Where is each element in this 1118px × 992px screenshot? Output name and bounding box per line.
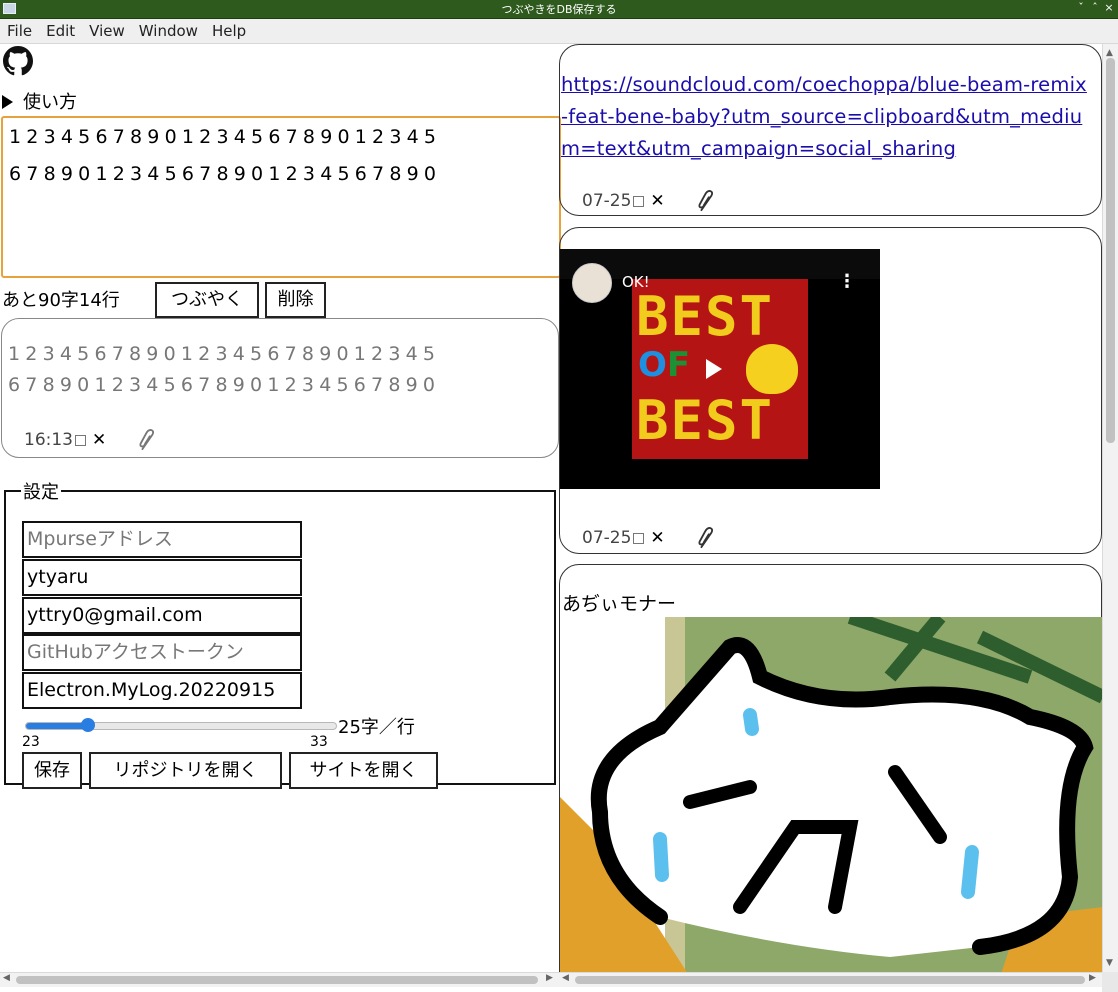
menu-view[interactable]: View (82, 19, 132, 41)
chars-per-line-label: 25字／行 (338, 717, 415, 738)
paperclip-icon[interactable] (136, 427, 158, 453)
more-options-icon[interactable]: ⋮ (838, 271, 856, 292)
post-checkbox[interactable] (633, 532, 645, 544)
preview-text: 1234567890123456789012345 67890123456789… (8, 343, 441, 396)
right-horizontal-scroll-thumb[interactable] (575, 976, 1085, 984)
slider-fill (26, 723, 88, 729)
scroll-up-arrow-icon[interactable]: ▲ (1106, 48, 1113, 58)
disclosure-triangle-icon (2, 95, 13, 109)
delete-icon[interactable]: ✕ (650, 528, 664, 548)
post-card: あぢぃモナー (559, 564, 1102, 972)
delete-icon[interactable]: ✕ (92, 430, 106, 450)
chars-per-line-slider[interactable] (25, 718, 337, 732)
preview-checkbox[interactable] (75, 434, 86, 446)
channel-avatar[interactable] (572, 263, 612, 303)
slider-min-label: 23 (22, 734, 40, 750)
menu-edit[interactable]: Edit (39, 19, 82, 41)
slider-thumb[interactable] (81, 718, 95, 732)
preview-meta: 16:13 ✕ (24, 427, 158, 453)
email-input[interactable]: yttry0@gmail.com (22, 597, 302, 634)
thumbnail-text-top: BEST (636, 285, 775, 348)
open-repository-button[interactable]: リポジトリを開く (89, 752, 282, 789)
video-title[interactable]: OK! (622, 273, 650, 291)
howto-toggle[interactable]: 使い方 (2, 88, 77, 114)
repository-input[interactable]: Electron.MyLog.20220915 (22, 672, 302, 709)
post-link[interactable]: https://soundcloud.com/coechoppa/blue-be… (561, 69, 1093, 165)
close-window-button[interactable]: × (1102, 1, 1116, 14)
scroll-right-arrow-icon[interactable]: ▶ (1089, 973, 1096, 983)
tweet-button[interactable]: つぶやく (155, 282, 259, 318)
post-date: 07-25 (582, 528, 632, 548)
preview-card: 1234567890123456789012345 67890123456789… (1, 318, 559, 458)
menu-window[interactable]: Window (132, 19, 205, 41)
youtube-embed[interactable]: BEST OF BEST OK! ⋮ (560, 249, 880, 489)
post-checkbox[interactable] (633, 195, 645, 207)
post-card: BEST OF BEST OK! ⋮ 07-25 ✕ (559, 227, 1102, 554)
preview-time: 16:13 (24, 430, 73, 450)
menu-file[interactable]: File (0, 19, 39, 41)
left-horizontal-scroll-thumb[interactable] (16, 976, 538, 984)
title-bar: つぶやきをDB保存する ˇ ˆ × (0, 0, 1118, 19)
paperclip-icon[interactable] (695, 188, 717, 214)
tweet-textarea[interactable]: 1234567890123456789012345 67890123456789… (1, 116, 561, 278)
settings-group: 設定 Mpurseアドレス ytyaru yttry0@gmail.com Gi… (4, 478, 556, 789)
timeline-pane: https://soundcloud.com/coechoppa/blue-be… (559, 44, 1102, 972)
vertical-scrollbar[interactable]: ▲ ▼ (1102, 44, 1118, 972)
scroll-left-arrow-icon[interactable]: ◀ (3, 973, 10, 983)
username-input[interactable]: ytyaru (22, 559, 302, 596)
post-date: 07-25 (582, 191, 632, 211)
scroll-down-arrow-icon[interactable]: ▼ (1106, 958, 1113, 968)
menu-help[interactable]: Help (205, 19, 253, 41)
github-icon[interactable] (3, 46, 33, 76)
delete-icon[interactable]: ✕ (650, 191, 664, 211)
remaining-counter: あと90字14行 (2, 290, 120, 311)
play-icon[interactable] (706, 359, 722, 379)
scroll-left-arrow-icon[interactable]: ◀ (562, 973, 569, 983)
post-caption: あぢぃモナー (562, 593, 677, 615)
post-card: https://soundcloud.com/coechoppa/blue-be… (559, 44, 1102, 216)
thumbnail-text-f: F (666, 345, 691, 385)
thumbnail-text-o: O (638, 345, 667, 385)
right-horizontal-scrollbar[interactable]: ◀ ▶ (559, 972, 1102, 987)
delete-button[interactable]: 削除 (265, 282, 326, 318)
pikachu-image (746, 344, 798, 394)
menu-bar: File Edit View Window Help (0, 19, 1118, 44)
slider-max-label: 33 (310, 734, 328, 750)
minimize-button[interactable]: ˇ (1074, 1, 1088, 14)
github-token-input[interactable]: GitHubアクセストークン (22, 634, 302, 671)
mpurse-address-input[interactable]: Mpurseアドレス (22, 521, 302, 558)
left-horizontal-scrollbar[interactable]: ◀ ▶ (0, 972, 559, 987)
thumbnail-text-bottom: BEST (636, 389, 775, 452)
scroll-corner (1102, 972, 1118, 992)
thumbnail-text-mid: OF (638, 345, 690, 385)
save-button[interactable]: 保存 (22, 752, 82, 789)
post-meta: 07-25 ✕ (582, 188, 717, 214)
vertical-scroll-thumb[interactable] (1106, 58, 1115, 443)
settings-legend: 設定 (23, 482, 59, 503)
monar-drawing (560, 617, 1102, 972)
maximize-button[interactable]: ˆ (1088, 1, 1102, 14)
left-pane: 使い方 1234567890123456789012345 6789012345… (0, 44, 561, 972)
window-title: つぶやきをDB保存する (501, 3, 617, 16)
post-meta: 07-25 ✕ (582, 525, 717, 551)
paperclip-icon[interactable] (695, 525, 717, 551)
open-site-button[interactable]: サイトを開く (289, 752, 438, 789)
scroll-right-arrow-icon[interactable]: ▶ (546, 973, 553, 983)
howto-label: 使い方 (23, 92, 77, 113)
